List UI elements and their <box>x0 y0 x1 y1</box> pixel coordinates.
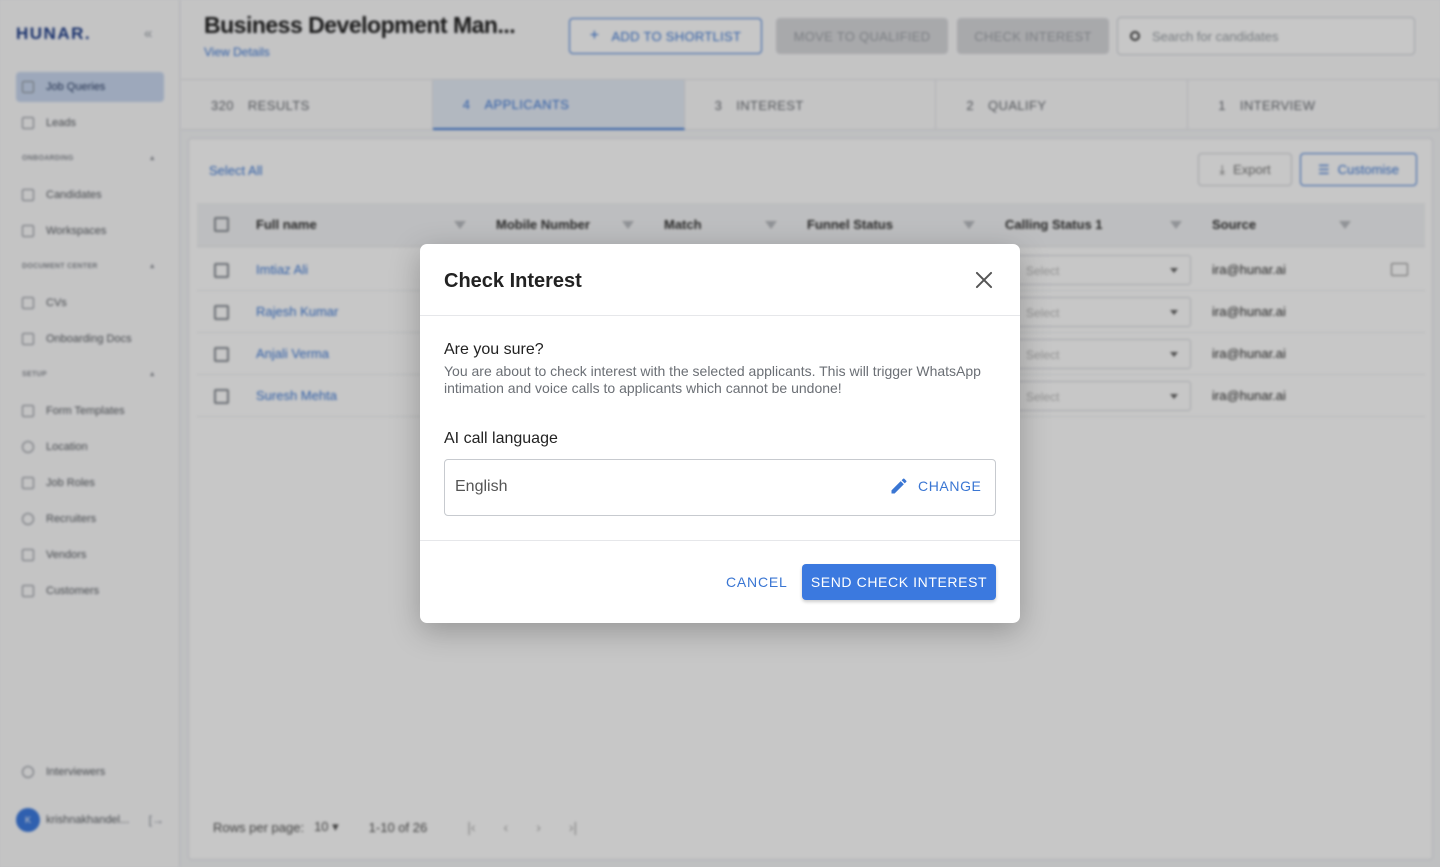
confirm-question: Are you sure? <box>444 341 544 358</box>
divider <box>420 315 1020 316</box>
dialog-title: Check Interest <box>444 270 582 292</box>
pencil-icon <box>891 478 907 494</box>
language-value: English <box>455 478 508 495</box>
close-icon[interactable] <box>972 268 996 292</box>
change-language-button[interactable]: CHANGE <box>889 476 982 496</box>
language-label: AI call language <box>444 430 558 447</box>
warning-text: You are about to check interest with the… <box>444 363 981 396</box>
check-interest-dialog: Check Interest Are you sure? You are abo… <box>420 244 1020 623</box>
language-field: English CHANGE <box>444 459 996 516</box>
divider <box>420 540 1020 541</box>
button-label: CHANGE <box>918 478 982 494</box>
send-check-interest-button[interactable]: SEND CHECK INTEREST <box>802 564 996 600</box>
cancel-button[interactable]: CANCEL <box>718 566 796 598</box>
